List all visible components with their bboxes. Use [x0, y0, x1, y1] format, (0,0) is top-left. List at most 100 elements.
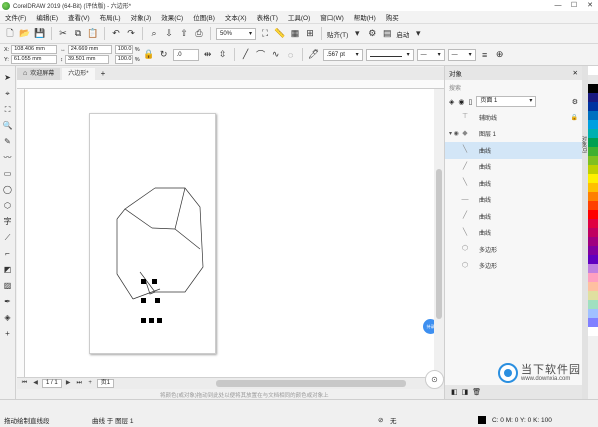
shape-tool-icon[interactable]: ⌖ — [2, 88, 13, 99]
crop-tool-icon[interactable]: ⛶ — [2, 104, 13, 115]
color-swatch[interactable] — [588, 93, 598, 102]
ellipse-tool-icon[interactable]: ◯ — [2, 184, 13, 195]
height-input[interactable]: 39.501 mm — [64, 55, 109, 64]
color-swatch[interactable] — [588, 66, 598, 75]
new-document-icon[interactable]: 🗋 — [4, 28, 16, 40]
freehand-tool-icon[interactable]: ✎ — [2, 136, 13, 147]
list-item[interactable]: — 曲线 — [445, 192, 582, 209]
menu-table[interactable]: 表格(T) — [252, 12, 283, 22]
scale-width-input[interactable]: 100.0 — [114, 45, 133, 54]
add-tab-icon[interactable]: + — [97, 68, 110, 80]
width-input[interactable]: 24.669 mm — [67, 45, 112, 54]
outline-width-select[interactable]: .567 pt ▾ — [322, 48, 363, 61]
color-swatch[interactable] — [588, 102, 598, 111]
bezier-icon[interactable]: ⌒ — [255, 49, 267, 61]
lock-icon[interactable]: 🔒 — [571, 114, 578, 121]
layer-stack-icon[interactable]: ◈ — [449, 98, 454, 106]
color-swatch[interactable] — [588, 111, 598, 120]
color-swatch[interactable] — [588, 165, 598, 174]
menu-help[interactable]: 帮助(H) — [349, 12, 381, 22]
polygon-tool-icon[interactable]: ⬡ — [2, 200, 13, 211]
line-style-select[interactable]: ▾ — [365, 48, 414, 61]
drawing-canvas[interactable]: 持录 — [25, 89, 434, 377]
color-swatch[interactable] — [588, 327, 598, 336]
vertical-ruler[interactable] — [17, 89, 25, 377]
horizontal-ruler[interactable] — [17, 80, 444, 89]
list-item[interactable]: ╱ 曲线 — [445, 208, 582, 225]
color-swatch[interactable] — [588, 75, 598, 84]
zoom-level-select[interactable]: 50% ▾ — [216, 27, 256, 40]
menu-tools[interactable]: 工具(O) — [283, 12, 315, 22]
zoom-tool-icon[interactable]: 🔍 — [2, 120, 13, 131]
paste-icon[interactable]: 📋 — [87, 28, 99, 40]
menu-object[interactable]: 对象(J) — [126, 12, 157, 22]
y-position-input[interactable]: 61.055 mm — [10, 55, 57, 64]
color-swatch[interactable] — [588, 309, 598, 318]
interactive-fill-tool-icon[interactable]: ◈ — [2, 312, 13, 323]
color-swatch[interactable] — [588, 138, 598, 147]
wrap-text-icon[interactable]: ≡ — [479, 49, 491, 61]
chevron-down-icon[interactable]: ▾ — [412, 28, 424, 40]
page-icon[interactable]: ▯ — [469, 98, 473, 106]
page-select[interactable]: 页面 1 ▾ — [476, 96, 537, 107]
list-item[interactable]: ⊤ 辅助线 🔒 — [445, 109, 582, 126]
menu-buy[interactable]: 购买 — [381, 12, 404, 22]
save-icon[interactable]: 💾 — [34, 28, 46, 40]
smooth-node-icon[interactable]: ∿ — [270, 49, 282, 61]
grid-icon[interactable]: ▦ — [289, 28, 301, 40]
launch-dropdown[interactable]: 启动 — [396, 29, 409, 39]
color-swatch[interactable] — [588, 120, 598, 129]
scale-height-input[interactable]: 100.0 — [114, 55, 133, 64]
color-swatch[interactable] — [588, 192, 598, 201]
menu-edit[interactable]: 编辑(E) — [31, 12, 63, 22]
add-page-icon[interactable]: + — [86, 379, 95, 388]
color-swatch[interactable] — [588, 300, 598, 309]
start-arrow-select[interactable]: — ▾ — [416, 48, 445, 61]
hexagon-drawing[interactable] — [25, 89, 434, 377]
connector-tool-icon[interactable]: ⌐ — [2, 248, 13, 259]
prev-page-icon[interactable]: ◀ — [31, 379, 40, 388]
rotation-input[interactable]: .0 — [172, 48, 199, 61]
search-input[interactable]: 搜索 — [445, 80, 582, 94]
rectangle-tool-icon[interactable]: ▭ — [2, 168, 13, 179]
color-swatch[interactable] — [588, 246, 598, 255]
floating-badge[interactable]: 持录 — [423, 319, 434, 334]
redo-icon[interactable]: ↷ — [125, 28, 137, 40]
list-item[interactable]: ╱ 曲线 — [445, 159, 582, 176]
cut-icon[interactable]: ✂ — [57, 28, 69, 40]
export-icon[interactable]: ⇧ — [178, 28, 190, 40]
color-swatch[interactable] — [588, 273, 598, 282]
outline-color-icon[interactable] — [478, 416, 486, 424]
new-master-layer-icon[interactable]: ◨ — [462, 388, 469, 396]
close-button[interactable]: ✕ — [582, 0, 598, 11]
open-folder-icon[interactable]: 📂 — [19, 28, 31, 40]
color-swatch[interactable] — [588, 84, 598, 93]
list-item[interactable]: ╲ 曲线 — [445, 142, 582, 159]
menu-window[interactable]: 窗口(W) — [315, 12, 348, 22]
tab-hexagon-document[interactable]: 六边形* — [62, 68, 95, 80]
fill-none-icon[interactable]: ⊘ — [378, 416, 383, 424]
pick-tool-icon[interactable]: ➤ — [2, 72, 13, 83]
close-curve-icon[interactable]: ◌ — [285, 49, 297, 61]
menu-file[interactable]: 文件(F) — [0, 12, 31, 22]
pdf-icon[interactable]: ⎙ — [193, 28, 205, 40]
color-swatch[interactable] — [588, 228, 598, 237]
color-swatch[interactable] — [588, 201, 598, 210]
color-swatch[interactable] — [588, 318, 598, 327]
close-icon[interactable]: ✕ — [573, 69, 578, 77]
menu-text[interactable]: 文本(X) — [220, 12, 252, 22]
import-icon[interactable]: ⇩ — [163, 28, 175, 40]
curve-line-icon[interactable]: ╱ — [240, 49, 252, 61]
color-swatch[interactable] — [588, 210, 598, 219]
list-item[interactable]: ⬡ 多边形 — [445, 258, 582, 275]
x-position-input[interactable]: 108.406 mm — [11, 45, 58, 54]
settings-gear-icon[interactable]: ⚙ — [572, 98, 578, 106]
minimize-button[interactable]: — — [550, 0, 566, 11]
lock-ratio-icon[interactable]: 🔒 — [143, 49, 155, 61]
color-swatch[interactable] — [588, 264, 598, 273]
transparency-tool-icon[interactable]: ▨ — [2, 280, 13, 291]
color-swatch[interactable] — [588, 291, 598, 300]
last-page-icon[interactable]: ⏭ — [75, 379, 84, 388]
undo-icon[interactable]: ↶ — [110, 28, 122, 40]
menu-effects[interactable]: 效果(C) — [156, 12, 188, 22]
